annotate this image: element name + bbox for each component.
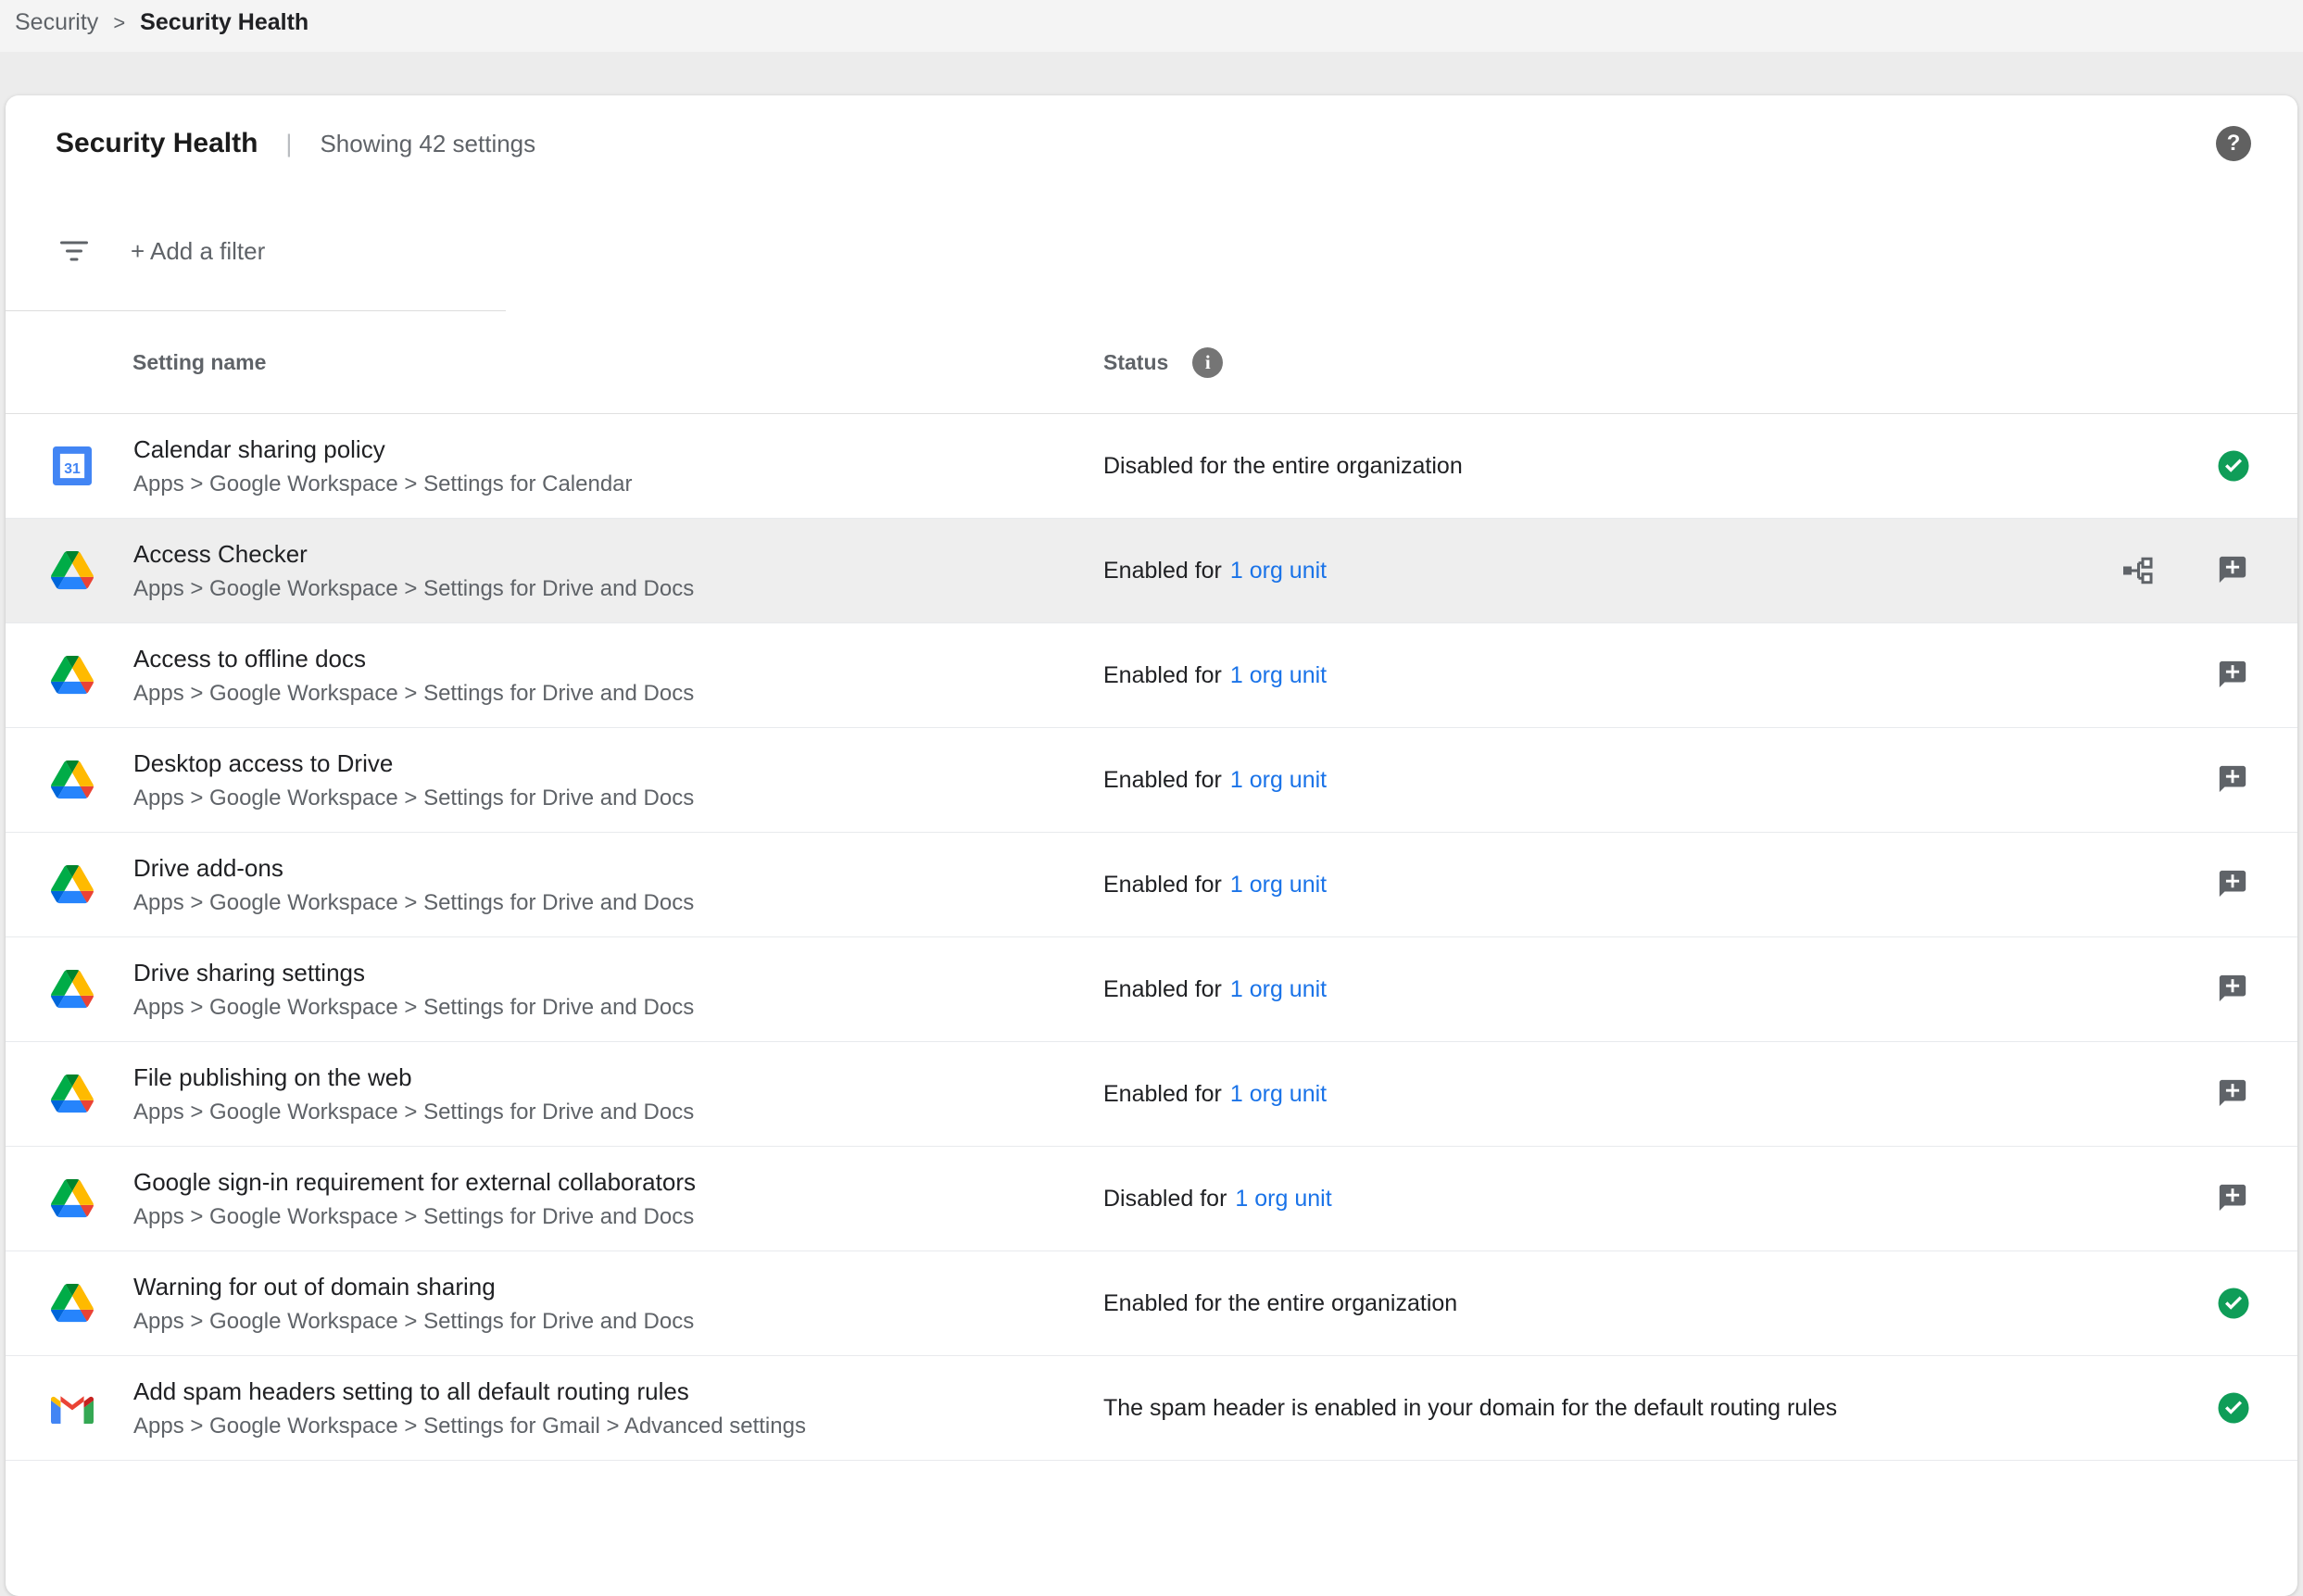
recommendation-badge-icon[interactable] bbox=[2217, 973, 2250, 1006]
setting-path: Apps > Google Workspace > Settings for D… bbox=[133, 575, 694, 603]
recommendation-badge-icon[interactable] bbox=[2217, 554, 2250, 587]
table-row[interactable]: Desktop access to Drive Apps > Google Wo… bbox=[6, 728, 2297, 833]
drive-icon bbox=[51, 656, 94, 694]
filter-bar: + Add a filter bbox=[6, 192, 2297, 310]
status-text: Enabled for bbox=[1103, 1081, 1222, 1108]
table-row[interactable]: File publishing on the web Apps > Google… bbox=[6, 1042, 2297, 1147]
title-separator: | bbox=[285, 130, 292, 158]
help-icon: ? bbox=[2227, 131, 2241, 157]
check-circle-icon[interactable] bbox=[2217, 449, 2250, 483]
recommendation-badge-icon[interactable] bbox=[2217, 763, 2250, 797]
org-unit-link[interactable]: 1 org unit bbox=[1230, 1081, 1327, 1108]
breadcrumb-current: Security Health bbox=[140, 9, 308, 36]
status-text: Enabled for bbox=[1103, 872, 1222, 899]
breadcrumb: Security > Security Health bbox=[0, 0, 2303, 52]
setting-path: Apps > Google Workspace > Settings for G… bbox=[133, 1413, 806, 1440]
column-status: Status bbox=[1103, 350, 1168, 375]
status-text: Disabled for bbox=[1103, 1186, 1227, 1213]
setting-path: Apps > Google Workspace > Settings for D… bbox=[133, 994, 694, 1022]
table-row[interactable]: Drive sharing settings Apps > Google Wor… bbox=[6, 937, 2297, 1042]
table-row[interactable]: Warning for out of domain sharing Apps >… bbox=[6, 1251, 2297, 1356]
breadcrumb-parent[interactable]: Security bbox=[15, 9, 98, 36]
drive-icon bbox=[51, 1074, 94, 1112]
setting-path: Apps > Google Workspace > Settings for D… bbox=[133, 680, 694, 708]
setting-name: Calendar sharing policy bbox=[133, 434, 633, 464]
setting-path: Apps > Google Workspace > Settings for C… bbox=[133, 471, 633, 498]
drive-icon bbox=[51, 865, 94, 903]
org-unit-link[interactable]: 1 org unit bbox=[1230, 767, 1327, 794]
info-icon[interactable]: i bbox=[1192, 347, 1223, 378]
recommendation-badge-icon[interactable] bbox=[2217, 1077, 2250, 1111]
org-unit-link[interactable]: 1 org unit bbox=[1230, 558, 1327, 584]
org-unit-link[interactable]: 1 org unit bbox=[1230, 662, 1327, 689]
setting-path: Apps > Google Workspace > Settings for D… bbox=[133, 1203, 696, 1231]
status-text: Disabled for the entire organization bbox=[1103, 453, 1463, 480]
table-header: Setting name Status i bbox=[6, 311, 2297, 414]
org-unit-link[interactable]: 1 org unit bbox=[1235, 1186, 1331, 1213]
org-unit-link[interactable]: 1 org unit bbox=[1230, 976, 1327, 1003]
recommendation-badge-icon[interactable] bbox=[2217, 868, 2250, 901]
table-row[interactable]: Access to offline docs Apps > Google Wor… bbox=[6, 623, 2297, 728]
setting-name: Warning for out of domain sharing bbox=[133, 1272, 694, 1301]
check-circle-icon[interactable] bbox=[2217, 1287, 2250, 1320]
setting-path: Apps > Google Workspace > Settings for D… bbox=[133, 1099, 694, 1126]
table-row[interactable]: Add spam headers setting to all default … bbox=[6, 1356, 2297, 1461]
drive-icon bbox=[51, 760, 94, 798]
panel-header: Security Health | Showing 42 settings ? bbox=[6, 95, 2297, 192]
help-button[interactable]: ? bbox=[2216, 126, 2251, 161]
table-row[interactable]: 31 Calendar sharing policy Apps > Google… bbox=[6, 414, 2297, 519]
status-text: Enabled for bbox=[1103, 767, 1222, 794]
status-text: Enabled for bbox=[1103, 558, 1222, 584]
status-text: Enabled for bbox=[1103, 662, 1222, 689]
breadcrumb-separator-icon: > bbox=[113, 9, 125, 35]
status-text: Enabled for the entire organization bbox=[1103, 1290, 1457, 1317]
table-row[interactable]: Access Checker Apps > Google Workspace >… bbox=[6, 519, 2297, 623]
gmail-icon bbox=[51, 1392, 94, 1425]
org-structure-icon[interactable] bbox=[2121, 554, 2154, 587]
setting-name: Google sign-in requirement for external … bbox=[133, 1167, 696, 1197]
org-unit-link[interactable]: 1 org unit bbox=[1230, 872, 1327, 899]
setting-name: Access to offline docs bbox=[133, 644, 694, 673]
drive-icon bbox=[51, 1284, 94, 1322]
setting-path: Apps > Google Workspace > Settings for D… bbox=[133, 785, 694, 812]
recommendation-badge-icon[interactable] bbox=[2217, 659, 2250, 692]
calendar-icon: 31 bbox=[53, 446, 92, 485]
security-health-panel: Security Health | Showing 42 settings ? … bbox=[6, 95, 2297, 1596]
table-row[interactable]: Drive add-ons Apps > Google Workspace > … bbox=[6, 833, 2297, 937]
setting-path: Apps > Google Workspace > Settings for D… bbox=[133, 889, 694, 917]
settings-count: Showing 42 settings bbox=[320, 130, 535, 158]
recommendation-badge-icon[interactable] bbox=[2217, 1182, 2250, 1215]
setting-name: File publishing on the web bbox=[133, 1062, 694, 1092]
svg-text:31: 31 bbox=[64, 461, 81, 477]
status-text: The spam header is enabled in your domai… bbox=[1103, 1395, 1837, 1422]
setting-name: Drive add-ons bbox=[133, 853, 694, 883]
setting-name: Add spam headers setting to all default … bbox=[133, 1376, 806, 1406]
page-title: Security Health bbox=[56, 128, 258, 159]
setting-name: Access Checker bbox=[133, 539, 694, 569]
filter-list-icon[interactable] bbox=[57, 234, 91, 268]
table-row[interactable]: Google sign-in requirement for external … bbox=[6, 1147, 2297, 1251]
setting-path: Apps > Google Workspace > Settings for D… bbox=[133, 1308, 694, 1336]
check-circle-icon[interactable] bbox=[2217, 1391, 2250, 1425]
setting-name: Drive sharing settings bbox=[133, 958, 694, 987]
add-filter-button[interactable]: + Add a filter bbox=[131, 237, 265, 266]
status-text: Enabled for bbox=[1103, 976, 1222, 1003]
column-setting-name: Setting name bbox=[132, 350, 266, 375]
drive-icon bbox=[51, 970, 94, 1008]
drive-icon bbox=[51, 551, 94, 589]
settings-table: 31 Calendar sharing policy Apps > Google… bbox=[6, 414, 2297, 1461]
drive-icon bbox=[51, 1179, 94, 1217]
setting-name: Desktop access to Drive bbox=[133, 748, 694, 778]
